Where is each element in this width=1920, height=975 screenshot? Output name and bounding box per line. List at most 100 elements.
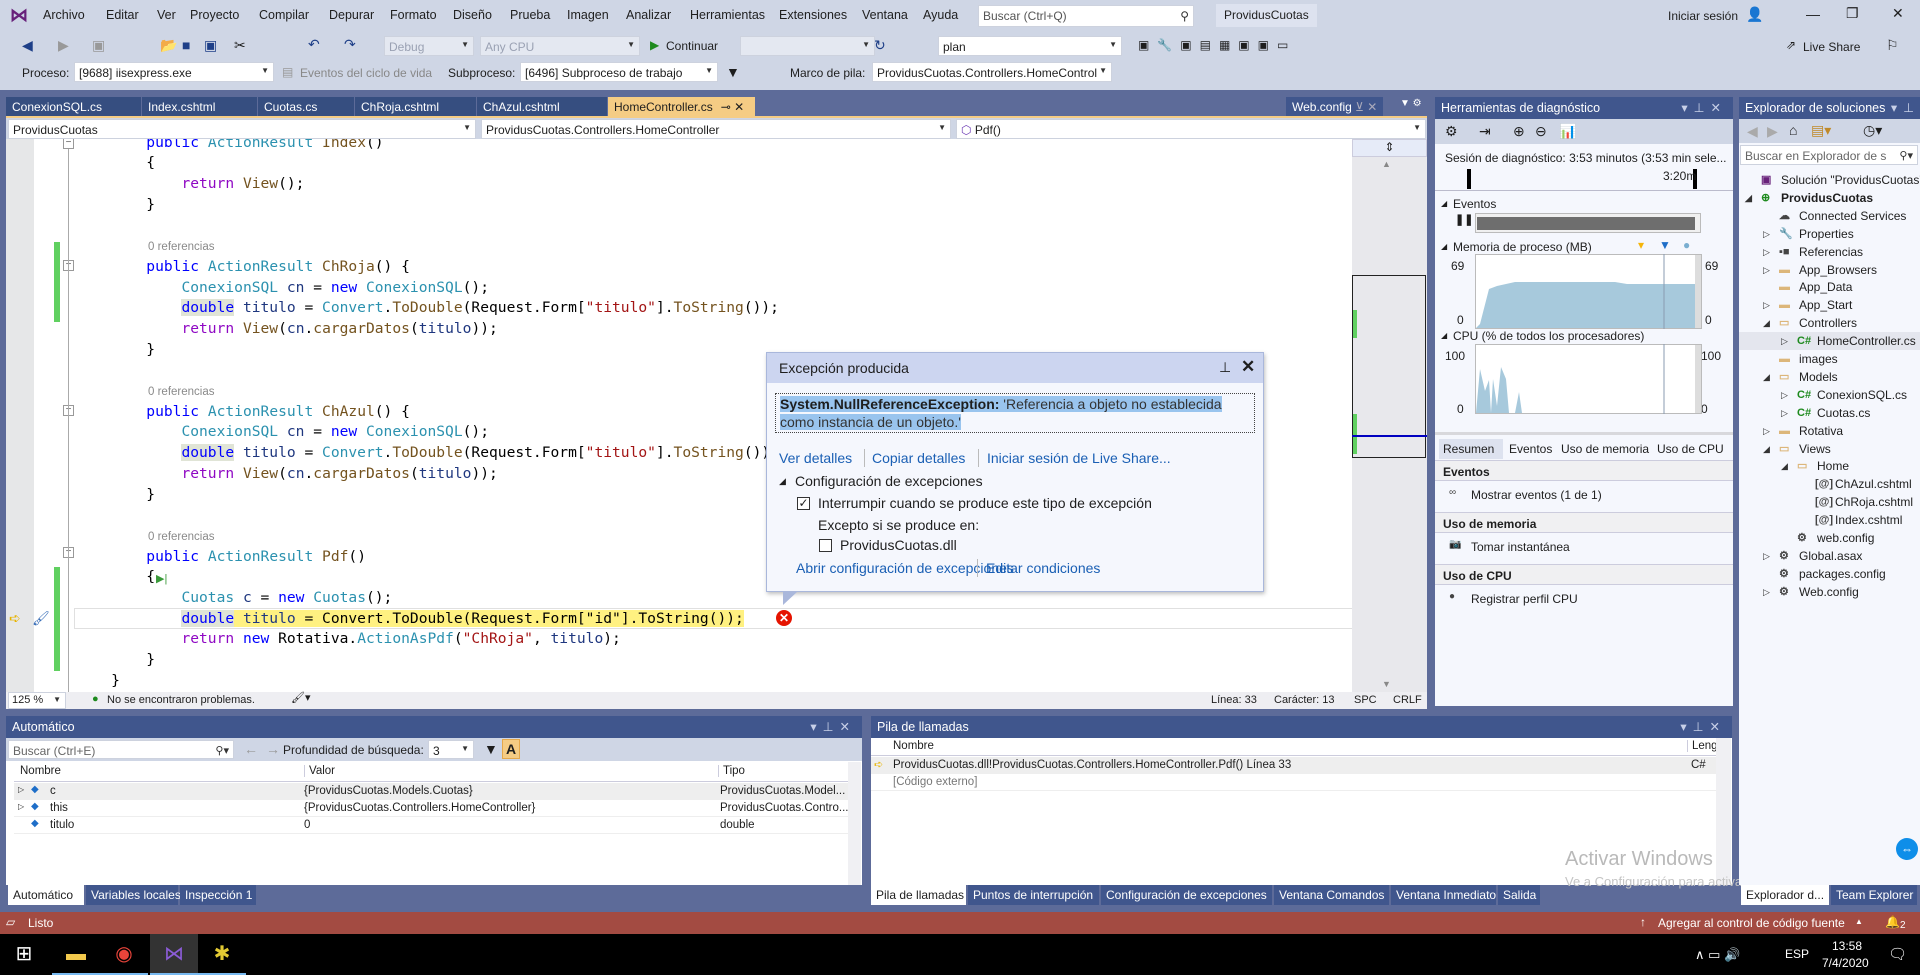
tree-item-controllers[interactable]: ◢ ▭ Controllers <box>1739 314 1920 332</box>
code-line[interactable]: } <box>76 195 155 216</box>
tree-item-app_browsers[interactable]: ▷ ▬ App_Browsers <box>1739 261 1920 279</box>
tree-item-images[interactable]: ▬ images <box>1739 350 1920 368</box>
events-track[interactable] <box>1475 213 1701 233</box>
panel-controls-icon[interactable]: ▾⊥ <box>1891 100 1920 115</box>
collapsed-triangle-icon[interactable]: ▷ <box>1763 261 1770 279</box>
search-depth-select[interactable]: 3 ▼ <box>428 740 474 759</box>
autos-search-input[interactable]: Buscar (Ctrl+E) ⚲▾ <box>8 740 234 759</box>
type-select[interactable]: ProvidusCuotas.Controllers.HomeControlle… <box>481 119 951 139</box>
save-all-icon[interactable]: ▣ <box>204 38 217 52</box>
dll-checkbox[interactable] <box>819 539 832 552</box>
tab-explorador-d-[interactable]: Explorador d... <box>1741 885 1829 905</box>
copy-details-link[interactable]: Copiar detalles <box>872 450 965 466</box>
menu-ventana[interactable]: Ventana <box>862 8 908 22</box>
diag-tab-uso-de-cpu[interactable]: Uso de CPU <box>1653 439 1729 459</box>
tab-cuotas-cs[interactable]: Cuotas.cs <box>258 97 355 116</box>
collapsed-triangle-icon[interactable]: ▷ <box>1781 404 1788 422</box>
line-ending-indicator[interactable]: CRLF <box>1393 694 1422 706</box>
lifecycle-events-button[interactable]: Eventos del ciclo de vida <box>300 66 432 80</box>
zoom-in-icon[interactable]: ⊕ <box>1513 124 1525 138</box>
menu-editar[interactable]: Editar <box>106 8 139 22</box>
code-line[interactable]: ConexionSQL cn = new ConexionSQL(); <box>76 422 489 443</box>
thread-select[interactable]: [6496] Subproceso de trabajo ▼ <box>520 62 718 82</box>
menu-extensiones[interactable]: Extensiones <box>779 8 847 22</box>
panel-controls-icon[interactable]: ▾⊥✕ <box>810 719 856 734</box>
tree-item-home[interactable]: ◢ ▭ Home <box>1739 457 1920 475</box>
callstack-scrollbar[interactable] <box>1716 738 1731 885</box>
chevron-up-icon[interactable]: ▲ <box>1855 918 1863 926</box>
switch-views-icon[interactable]: ▤▾ <box>1811 123 1831 137</box>
tree-item-views[interactable]: ◢ ▭ Views <box>1739 440 1920 458</box>
collapsed-triangle-icon[interactable]: ▷ <box>1763 583 1770 601</box>
visual-studio-icon[interactable]: ⋈ <box>150 934 198 975</box>
problems-status[interactable]: No se encontraron problemas. <box>107 694 255 706</box>
exception-settings-header[interactable]: Configuración de excepciones <box>795 473 983 489</box>
search-back-icon[interactable]: ← <box>244 742 258 756</box>
break-checkbox[interactable]: ✓ <box>797 497 810 510</box>
code-line[interactable]: public ActionResult ChAzul() { <box>76 402 410 423</box>
tree-item-properties[interactable]: ▷ 🔧 Properties <box>1739 225 1920 243</box>
menu-depurar[interactable]: Depurar <box>329 8 374 22</box>
callstack-row[interactable]: [Código externo] <box>871 774 1716 791</box>
whitespace-indicator[interactable]: SPC <box>1354 694 1377 706</box>
search-forward-icon[interactable]: → <box>266 742 280 756</box>
tree-item-web-config[interactable]: ▷ ⚙ Web.config <box>1739 583 1920 601</box>
section-action-link[interactable]: Registrar perfil CPU <box>1471 592 1578 606</box>
collapsed-triangle-icon[interactable]: ▷ <box>1763 547 1770 565</box>
search-input[interactable]: Buscar (Ctrl+Q) ⚲ <box>978 5 1194 27</box>
share-icon[interactable]: ⇗ <box>1786 39 1796 51</box>
new-project-icon[interactable]: ▣ <box>92 38 105 52</box>
collapsed-triangle-icon[interactable]: ▷ <box>1781 386 1788 404</box>
menu-herramientas[interactable]: Herramientas <box>690 8 765 22</box>
zoom-out-icon[interactable]: ⊖ <box>1535 124 1547 138</box>
stack-frame-select[interactable]: ProvidusCuotas.Controllers.HomeControl ▼ <box>872 62 1112 82</box>
tab-variables-locales[interactable]: Variables locales <box>86 885 181 905</box>
split-icon[interactable]: ⇕ <box>1352 139 1427 157</box>
home-icon[interactable]: ⌂ <box>1789 123 1797 137</box>
tray-icons[interactable]: ∧ ▭ 🔊 <box>1695 947 1740 963</box>
tab-autom-tico[interactable]: Automático <box>8 885 84 905</box>
hex-display-icon[interactable]: A <box>502 739 520 759</box>
code-line[interactable]: public ActionResult ChRoja() { <box>76 257 410 278</box>
menu-archivo[interactable]: Archivo <box>43 8 85 22</box>
chrome-icon[interactable]: ◉ <box>100 934 148 975</box>
codelens-references[interactable]: 0 referencias <box>76 241 214 253</box>
collapse-toggle[interactable]: − <box>63 139 74 149</box>
tree-item-chroja-cshtml[interactable]: [@] ChRoja.cshtml <box>1739 493 1920 511</box>
panel-controls-icon[interactable]: ▾⊥✕ <box>1681 100 1727 115</box>
section-action-link[interactable]: Mostrar eventos (1 de 1) <box>1471 488 1602 502</box>
autos-scrollbar[interactable] <box>848 762 861 885</box>
code-line[interactable]: 0 referencias <box>76 526 214 547</box>
tab-puntos-de-interrupci-n[interactable]: Puntos de interrupción <box>968 885 1099 905</box>
tab-configuraci-n-de-excepciones[interactable]: Configuración de excepciones <box>1101 885 1272 905</box>
redo-icon[interactable]: ↷ <box>344 37 356 51</box>
column-nombre[interactable]: Nombre <box>893 740 934 752</box>
platform-select[interactable]: Any CPU ▼ <box>480 36 640 56</box>
scroll-up-icon[interactable]: ▲ <box>1382 159 1391 169</box>
code-line[interactable]: 0 referencias <box>76 236 214 257</box>
tree-item-conexionsql-cs[interactable]: ▷ C# ConexionSQL.cs <box>1739 386 1920 404</box>
settings-gear-icon[interactable]: ⚙ <box>1445 124 1458 138</box>
pin-icon[interactable]: ⊥ <box>1219 360 1231 374</box>
clock-time[interactable]: 13:58 <box>1832 939 1862 953</box>
feedback-icon[interactable]: ⚐ <box>1886 38 1899 52</box>
code-line[interactable]: { <box>76 153 155 174</box>
undo-icon[interactable]: ↶ <box>308 37 320 51</box>
pending-changes-filter-icon[interactable]: ◷▾ <box>1863 123 1882 137</box>
collapsed-triangle-icon[interactable]: ▷ <box>1763 422 1770 440</box>
tree-item-soluci-n-providuscuotas-[interactable]: ▣ Solución "ProvidusCuotas" <box>1739 171 1920 189</box>
tree-item-homecontroller-cs[interactable]: ▷ C# HomeController.cs <box>1739 332 1920 351</box>
minimize-icon[interactable]: — <box>1806 7 1820 21</box>
expanded-triangle-icon[interactable]: ◢ <box>1781 457 1788 475</box>
tree-item-rotativa[interactable]: ▷ ▬ Rotativa <box>1739 422 1920 440</box>
line-indicator[interactable]: Línea: 33 <box>1211 694 1257 706</box>
tab-ventana-comandos[interactable]: Ventana Comandos <box>1274 885 1389 905</box>
expanded-triangle-icon[interactable]: ◢ <box>1763 440 1770 458</box>
tree-item-cuotas-cs[interactable]: ▷ C# Cuotas.cs <box>1739 404 1920 422</box>
menu-diseño[interactable]: Diseño <box>453 8 492 22</box>
diag-tab-eventos[interactable]: Eventos <box>1505 439 1555 459</box>
menu-formato[interactable]: Formato <box>390 8 437 22</box>
code-line[interactable]: 0 referencias <box>76 381 214 402</box>
menu-proyecto[interactable]: Proyecto <box>190 8 239 22</box>
project-select[interactable]: ProvidusCuotas ▼ <box>8 119 476 139</box>
